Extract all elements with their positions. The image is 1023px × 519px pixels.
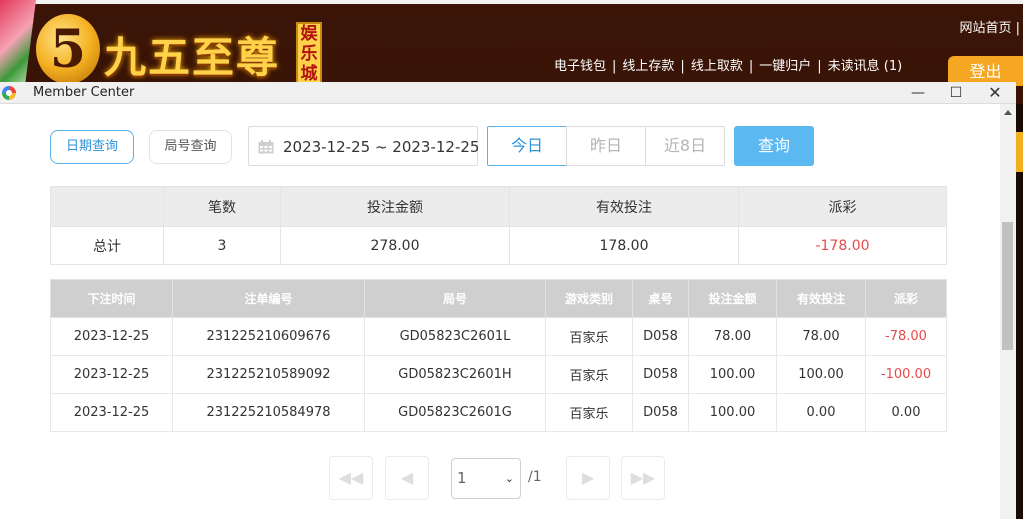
summary-count: 3: [163, 226, 281, 265]
nav-one-click-transfer[interactable]: 一键归户: [759, 59, 811, 74]
page-total: /1: [528, 469, 542, 485]
summary-valid-bet: 178.00: [509, 226, 739, 265]
cell-bet-amount: 78.00: [688, 317, 777, 356]
browser-app-icon: [2, 86, 16, 100]
header-round-id: 局号: [364, 279, 546, 318]
cell-bet-id: 231225210609676: [172, 317, 365, 356]
cell-bet-amount: 100.00: [688, 393, 777, 432]
summary-header-valid-bet: 有效投注: [509, 186, 739, 227]
table-row: 2023-12-25 231225210589092 GD05823C2601H…: [50, 355, 947, 394]
cell-payout: 0.00: [865, 393, 947, 432]
logo-title: 九五至尊: [104, 33, 281, 82]
logo-ribbon-decoration: [0, 0, 36, 84]
chevron-down-icon: ⌄: [504, 472, 514, 485]
cell-round-id: GD05823C2601H: [364, 355, 546, 394]
page-select[interactable]: 1 ⌄: [451, 458, 521, 499]
quick-yesterday-button[interactable]: 昨日: [566, 126, 646, 166]
site-top-strip: [0, 0, 1023, 4]
date-range-input[interactable]: 2023-12-25 ~ 2023-12-25: [248, 126, 480, 166]
tab-date-query[interactable]: 日期查询: [50, 130, 134, 164]
window-title: Member Center: [33, 85, 135, 100]
last-page-button[interactable]: ▶▶: [621, 456, 665, 500]
prev-page-button[interactable]: ◀: [385, 456, 429, 500]
summary-total-label: 总计: [50, 226, 164, 265]
bet-detail-table: 下注时间 注单编号 局号 游戏类别 桌号 投注金额 有效投注 派彩 2023-1…: [50, 279, 947, 432]
summary-total-row: 总计 3 278.00 178.00 -178.00: [50, 226, 947, 265]
tab-round-query[interactable]: 局号查询: [149, 130, 232, 164]
nav-e-wallet[interactable]: 电子钱包: [554, 59, 606, 74]
cell-game-type: 百家乐: [545, 393, 633, 432]
summary-header-payout: 派彩: [738, 186, 947, 227]
header-bet-time: 下注时间: [50, 279, 173, 318]
close-button[interactable]: ✕: [976, 82, 1014, 104]
summary-header-bet-amount: 投注金额: [280, 186, 510, 227]
cell-game-type: 百家乐: [545, 317, 633, 356]
header-bet-amount: 投注金额: [688, 279, 777, 318]
date-range-value: 2023-12-25 ~ 2023-12-25: [283, 138, 480, 156]
first-page-button[interactable]: ◀◀: [329, 456, 373, 500]
logo-badge: 5: [36, 14, 100, 84]
query-button[interactable]: 查询: [734, 126, 814, 166]
maximize-button[interactable]: ☐: [937, 82, 975, 104]
table-row: 2023-12-25 231225210584978 GD05823C2601G…: [50, 393, 947, 432]
summary-payout: -178.00: [738, 226, 947, 265]
cell-round-id: GD05823C2601G: [364, 393, 546, 432]
cell-table-no: D058: [632, 355, 689, 394]
header-game-type: 游戏类别: [545, 279, 633, 318]
cell-valid-bet: 0.00: [776, 393, 866, 432]
summary-header-count: 笔数: [163, 186, 281, 227]
cell-payout: -78.00: [865, 317, 947, 356]
member-center-window: Member Center — ☐ ✕ 日期查询 局号查询 2023-12-25…: [0, 82, 1016, 519]
site-home-link[interactable]: 网站首页 |: [959, 17, 1020, 36]
cell-valid-bet: 100.00: [776, 355, 866, 394]
quick-8-days-button[interactable]: 近8日: [645, 126, 725, 166]
nav-withdraw[interactable]: 线上取款: [691, 59, 743, 74]
cell-payout: -100.00: [865, 355, 947, 394]
table-row: 2023-12-25 231225210609676 GD05823C2601L…: [50, 317, 947, 356]
cell-game-type: 百家乐: [545, 355, 633, 394]
site-nav: 电子钱包 | 线上存款 | 线上取款 | 一键归户 | 未读讯息 (1): [554, 59, 903, 74]
header-table-no: 桌号: [632, 279, 689, 318]
header-valid-bet: 有效投注: [776, 279, 866, 318]
scroll-up-arrow-icon[interactable]: [1004, 110, 1012, 115]
next-page-button[interactable]: ▶: [566, 456, 610, 500]
cell-bet-time: 2023-12-25: [50, 393, 173, 432]
vertical-scrollbar[interactable]: [1000, 104, 1016, 519]
summary-header-label: [50, 186, 164, 227]
cell-bet-time: 2023-12-25: [50, 317, 173, 356]
minimize-button[interactable]: —: [899, 82, 937, 104]
header-bet-id: 注单编号: [172, 279, 365, 318]
calendar-icon: [258, 140, 274, 154]
nav-deposit[interactable]: 线上存款: [622, 59, 674, 74]
summary-bet-amount: 278.00: [280, 226, 510, 265]
page-select-value: 1: [457, 469, 467, 487]
cell-bet-id: 231225210589092: [172, 355, 365, 394]
header-payout: 派彩: [865, 279, 947, 318]
cell-valid-bet: 78.00: [776, 317, 866, 356]
cell-bet-id: 231225210584978: [172, 393, 365, 432]
quick-today-button[interactable]: 今日: [487, 126, 567, 166]
cell-bet-amount: 100.00: [688, 355, 777, 394]
summary-header-row: 笔数 投注金额 有效投注 派彩: [50, 186, 947, 227]
logo-side-text: 娱乐城: [296, 22, 322, 84]
cell-round-id: GD05823C2601L: [364, 317, 546, 356]
member-center-content: 日期查询 局号查询 2023-12-25 ~ 2023-12-25 今日 昨日 …: [0, 104, 1000, 519]
cell-bet-time: 2023-12-25: [50, 355, 173, 394]
window-titlebar[interactable]: Member Center — ☐ ✕: [0, 82, 1016, 104]
cell-table-no: D058: [632, 317, 689, 356]
summary-table: 笔数 投注金额 有效投注 派彩 总计 3 278.00 178.00 -178.…: [50, 186, 947, 265]
scrollbar-thumb[interactable]: [1002, 222, 1013, 350]
cell-table-no: D058: [632, 393, 689, 432]
nav-unread-messages[interactable]: 未读讯息 (1): [828, 59, 903, 74]
detail-header-row: 下注时间 注单编号 局号 游戏类别 桌号 投注金额 有效投注 派彩: [50, 279, 947, 318]
